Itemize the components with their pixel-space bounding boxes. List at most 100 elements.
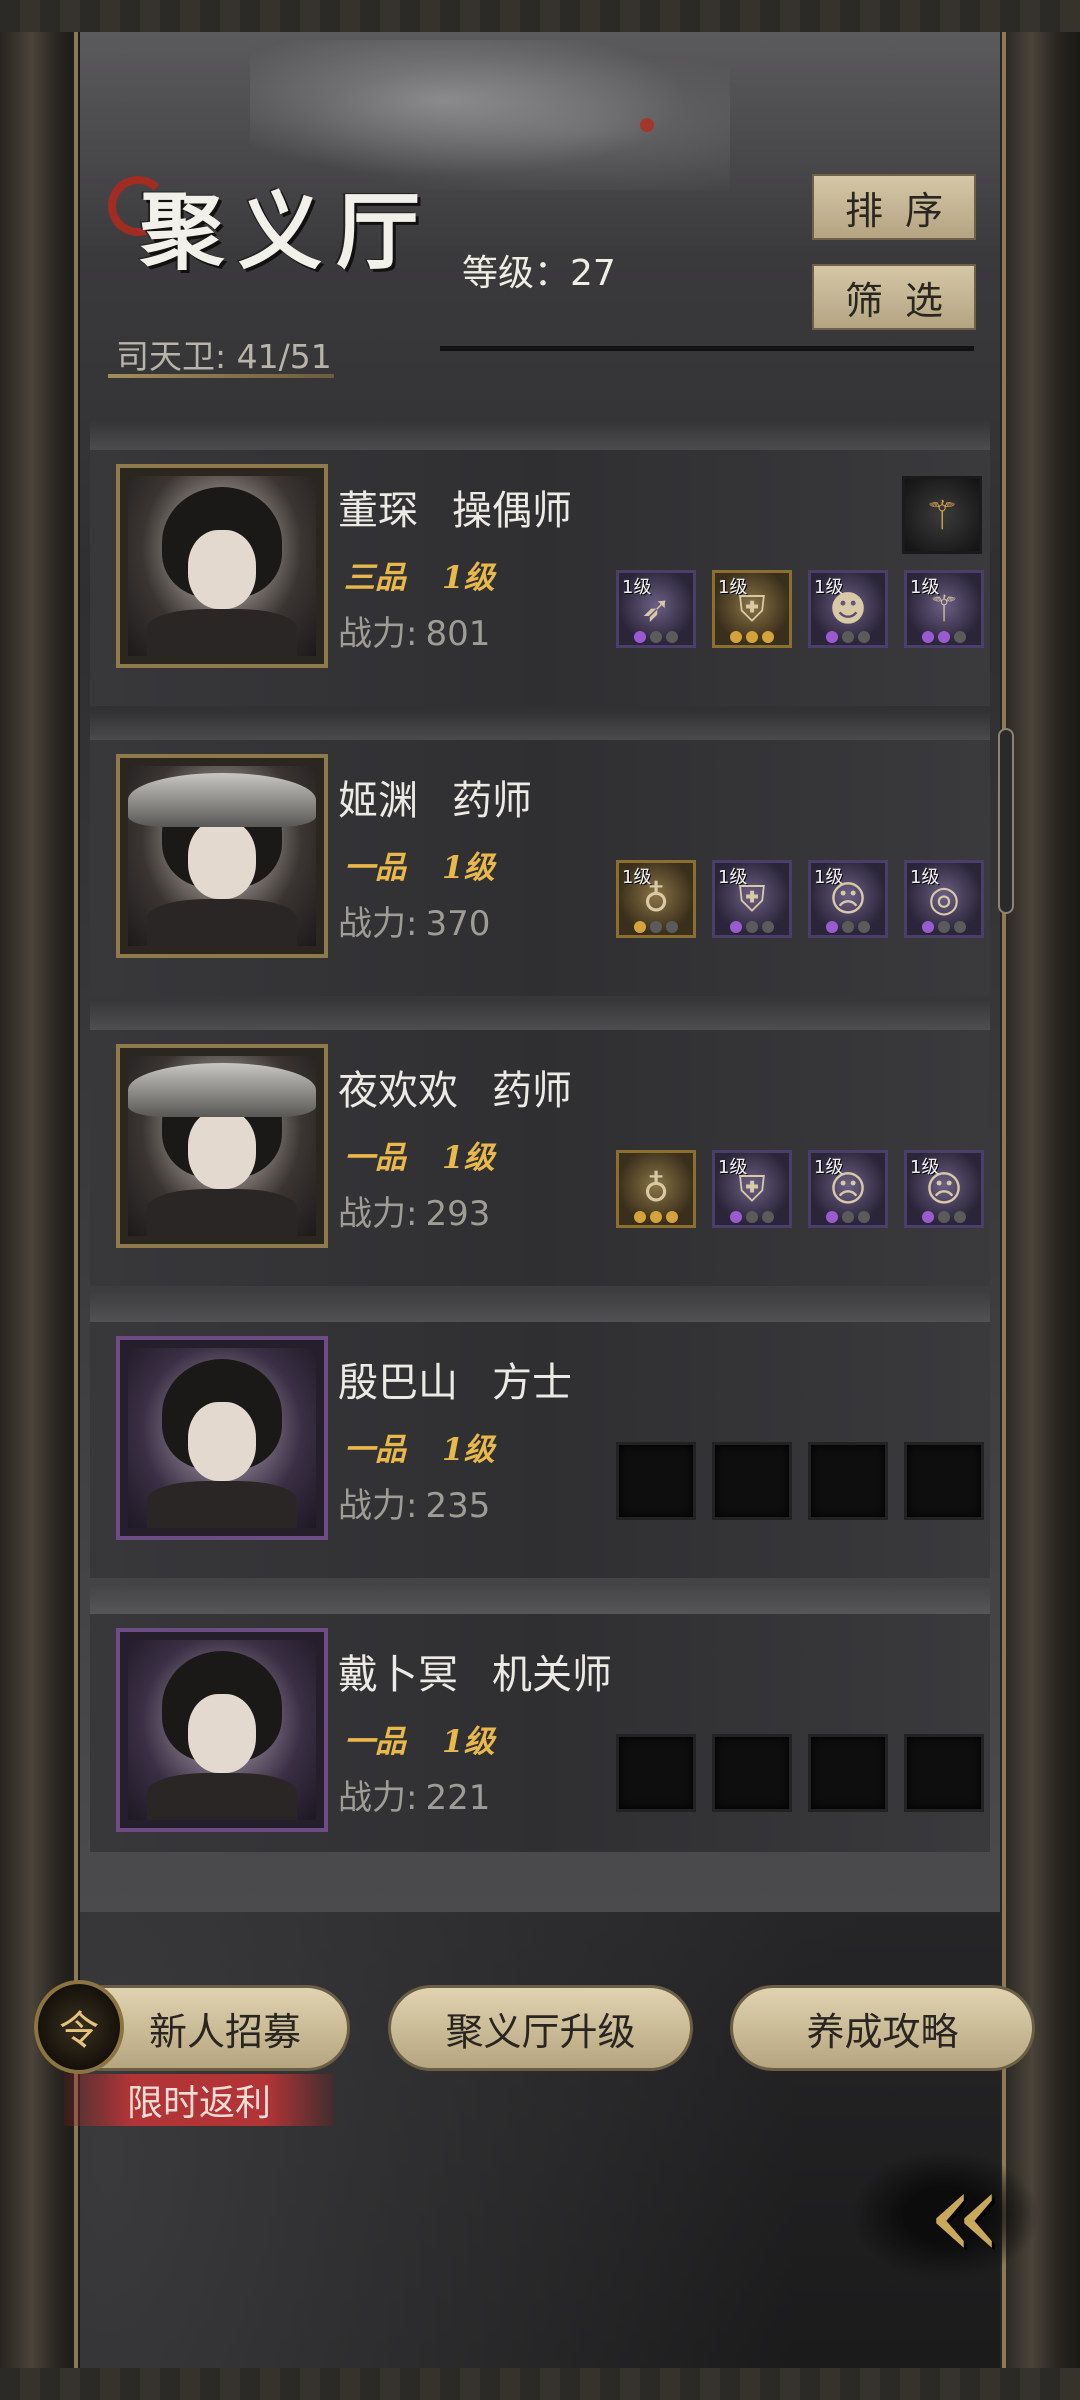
character-name: 姬渊 <box>338 778 418 824</box>
robe-icon[interactable]: 1级 ⛨ <box>712 860 792 938</box>
empty-gear-slot[interactable] <box>616 1442 696 1520</box>
top-border <box>0 0 1080 32</box>
filter-button[interactable]: 筛选 <box>812 264 976 330</box>
power-value: 370 <box>425 904 491 944</box>
gear-row: 1级 ♁ 1级 ⛨ 1级 ☹ 1级 ◎ <box>616 860 984 938</box>
character-level: 1级 <box>442 850 495 886</box>
power-value: 235 <box>425 1486 491 1526</box>
crossbow-icon[interactable]: 1级 ➶ <box>616 570 696 648</box>
gear-row: 1级 ➶ 1级 ⛨ 1级 ☻ 1级 ⚚ <box>616 570 984 648</box>
power-value: 801 <box>425 614 491 654</box>
character-name-row: 董琛 操偶师 <box>338 478 572 536</box>
character-grade-row: 一品 1级 <box>344 1716 495 1761</box>
guard-count-label: 司天卫: <box>116 337 237 376</box>
character-level: 1级 <box>442 1724 495 1760</box>
character-portrait[interactable] <box>116 1336 328 1540</box>
jade-disc-icon[interactable]: 1级 ◎ <box>904 860 984 938</box>
character-name: 董琛 <box>338 488 418 534</box>
power-value: 293 <box>425 1194 491 1234</box>
gear-row: ♁ 1级 ⛨ 1级 ☹ 1级 ☹ <box>616 1150 984 1228</box>
power-label: 战力: <box>338 904 418 944</box>
gourd-icon[interactable]: ♁ <box>616 1150 696 1228</box>
empty-gear-slot[interactable] <box>808 1442 888 1520</box>
crane-crest <box>640 118 654 132</box>
sort-button[interactable]: 排序 <box>812 174 976 240</box>
demon-mask-icon[interactable]: 1级 ☹ <box>904 1150 984 1228</box>
character-power-row: 战力: 801 <box>338 606 490 655</box>
character-level: 1级 <box>442 1432 495 1468</box>
staff-icon[interactable]: 1级 ⚚ <box>904 570 984 648</box>
empty-gear-slot[interactable] <box>808 1734 888 1812</box>
character-grade: 一品 <box>344 1140 406 1176</box>
character-grade: 一品 <box>344 1432 406 1468</box>
power-label: 战力: <box>338 1194 418 1234</box>
character-grade-row: 三品 1级 <box>344 552 495 597</box>
recruit-token-icon[interactable]: 令 <box>34 1980 124 2074</box>
character-grade: 一品 <box>344 1724 406 1760</box>
demon-mask-icon[interactable]: 1级 ☹ <box>808 860 888 938</box>
armor-icon[interactable]: 1级 ⛨ <box>712 570 792 648</box>
training-guide-button[interactable]: 养成攻略 <box>730 1985 1035 2071</box>
empty-gear-slot[interactable] <box>904 1442 984 1520</box>
character-level: 1级 <box>442 560 495 596</box>
hall-level-value: 27 <box>570 253 616 294</box>
character-name: 戴卜冥 <box>338 1652 458 1698</box>
double-chevron-left-icon[interactable]: ‹‹ <box>880 2146 1030 2285</box>
recruit-label: 新人招募 <box>148 2009 301 2054</box>
guard-count-value: 41/51 <box>236 337 332 376</box>
character-role: 机关师 <box>492 1652 612 1698</box>
character-name: 夜欢欢 <box>338 1068 458 1114</box>
gourd-icon[interactable]: 1级 ♁ <box>616 860 696 938</box>
limited-rebate-badge[interactable]: 限时返利 <box>64 2074 334 2126</box>
hall-level: 等级：27 <box>462 244 616 296</box>
header-divider <box>440 346 974 351</box>
character-power-row: 战力: 293 <box>338 1186 490 1235</box>
character-power-row: 战力: 370 <box>338 896 490 945</box>
empty-gear-slot[interactable] <box>616 1734 696 1812</box>
character-role: 药师 <box>452 778 532 824</box>
character-card[interactable]: 姬渊 药师 一品 1级 战力: 370 1级 ♁ 1级 ⛨ 1级 ☹ 1级 ◎ <box>90 710 990 996</box>
character-role: 药师 <box>492 1068 572 1114</box>
character-name-row: 戴卜冥 机关师 <box>338 1642 612 1700</box>
character-portrait[interactable] <box>116 464 328 668</box>
character-grade-row: 一品 1级 <box>344 842 495 887</box>
guard-count: 司天卫: 41/51 <box>116 330 332 378</box>
hall-level-label: 等级： <box>462 253 571 294</box>
guard-underline <box>108 374 334 378</box>
empty-gear-slot[interactable] <box>712 1442 792 1520</box>
power-value: 221 <box>425 1778 491 1818</box>
character-card[interactable]: 殷巴山 方士 一品 1级 战力: 235 <box>90 1292 990 1578</box>
character-card[interactable]: 董琛 操偶师 三品 1级 战力: 801 ⚚ 1级 ➶ 1级 ⛨ 1级 ☻ 1级… <box>90 420 990 706</box>
character-portrait[interactable] <box>116 754 328 958</box>
character-portrait[interactable] <box>116 1628 328 1832</box>
character-portrait[interactable] <box>116 1044 328 1248</box>
character-name: 殷巴山 <box>338 1360 458 1406</box>
power-label: 战力: <box>338 614 418 654</box>
bottom-border <box>0 2368 1080 2400</box>
empty-gear-slot[interactable] <box>904 1734 984 1812</box>
gear-row <box>616 1442 984 1520</box>
character-grade: 一品 <box>344 850 406 886</box>
power-label: 战力: <box>338 1486 418 1526</box>
page-title: 聚义厅 <box>140 182 435 281</box>
power-label: 战力: <box>338 1778 418 1818</box>
hall-upgrade-button[interactable]: 聚义厅升级 <box>388 1985 693 2071</box>
robe-icon[interactable]: 1级 ⛨ <box>712 1150 792 1228</box>
list-scrollbar[interactable] <box>998 728 1014 914</box>
demon-mask-icon[interactable]: 1级 ☹ <box>808 1150 888 1228</box>
character-list[interactable]: 董琛 操偶师 三品 1级 战力: 801 ⚚ 1级 ➶ 1级 ⛨ 1级 ☻ 1级… <box>90 400 990 1852</box>
gear-row <box>616 1734 984 1812</box>
character-grade: 三品 <box>344 560 406 596</box>
character-level: 1级 <box>442 1140 495 1176</box>
character-power-row: 战力: 221 <box>338 1770 490 1819</box>
character-grade-row: 一品 1级 <box>344 1424 495 1469</box>
character-role: 操偶师 <box>452 488 572 534</box>
empty-gear-slot[interactable] <box>712 1734 792 1812</box>
mask-icon[interactable]: 1级 ☻ <box>808 570 888 648</box>
character-name-row: 殷巴山 方士 <box>338 1350 572 1408</box>
character-name-row: 姬渊 药师 <box>338 768 532 826</box>
staff-icon[interactable]: ⚚ <box>902 476 982 554</box>
character-card[interactable]: 夜欢欢 药师 一品 1级 战力: 293 ♁ 1级 ⛨ 1级 ☹ 1级 ☹ <box>90 1000 990 1286</box>
character-card[interactable]: 戴卜冥 机关师 一品 1级 战力: 221 <box>90 1584 990 1852</box>
character-name-row: 夜欢欢 药师 <box>338 1058 572 1116</box>
